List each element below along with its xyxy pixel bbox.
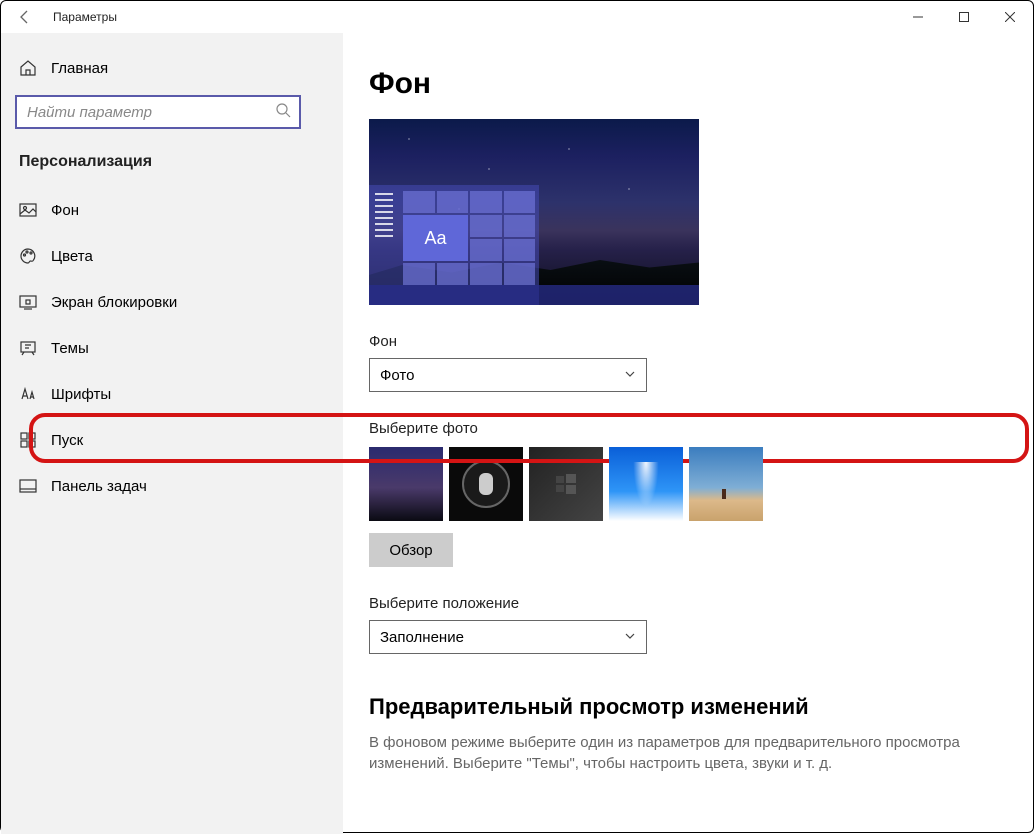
sidebar-item-fonts[interactable]: Шрифты — [1, 371, 343, 417]
sidebar-home[interactable]: Главная — [1, 49, 343, 87]
sidebar-item-label: Панель задач — [51, 478, 147, 495]
sidebar: Главная Персонализация Фон Цвета Эк — [1, 33, 343, 834]
choose-photo-label: Выберите фото — [369, 420, 1007, 437]
fit-select-value: Заполнение — [380, 629, 464, 646]
sidebar-item-taskbar[interactable]: Панель задач — [1, 463, 343, 509]
sidebar-section-label: Персонализация — [1, 147, 343, 181]
maximize-button[interactable] — [941, 1, 987, 33]
home-icon — [19, 59, 37, 77]
sidebar-item-label: Экран блокировки — [51, 294, 177, 311]
taskbar-icon — [19, 477, 37, 495]
search-input[interactable] — [27, 104, 275, 121]
photo-thumbnail[interactable] — [449, 447, 523, 521]
sidebar-item-themes[interactable]: Темы — [1, 325, 343, 371]
sidebar-item-background[interactable]: Фон — [1, 187, 343, 233]
fonts-icon — [19, 385, 37, 403]
sidebar-item-colors[interactable]: Цвета — [1, 233, 343, 279]
back-button[interactable] — [15, 7, 35, 27]
sidebar-item-label: Шрифты — [51, 386, 111, 403]
palette-icon — [19, 247, 37, 265]
sidebar-item-label: Цвета — [51, 248, 93, 265]
titlebar: Параметры — [1, 1, 1033, 33]
search-icon — [275, 102, 291, 123]
photo-thumbnail[interactable] — [529, 447, 603, 521]
fit-label: Выберите положение — [369, 595, 1007, 612]
themes-icon — [19, 339, 37, 357]
window-title: Параметры — [53, 10, 117, 24]
photo-thumbnail[interactable] — [369, 447, 443, 521]
sidebar-item-label: Темы — [51, 340, 89, 357]
photo-thumbnail[interactable] — [609, 447, 683, 521]
thumbnail-row — [369, 447, 1007, 521]
browse-button[interactable]: Обзор — [369, 533, 453, 567]
page-title: Фон — [369, 67, 1007, 101]
chevron-down-icon — [624, 367, 636, 384]
chevron-down-icon — [624, 629, 636, 646]
sidebar-item-label: Пуск — [51, 432, 83, 449]
preview-heading: Предварительный просмотр изменений — [369, 694, 1007, 720]
background-label: Фон — [369, 333, 1007, 350]
preview-aa-tile: Aa — [403, 215, 468, 261]
start-icon — [19, 431, 37, 449]
sidebar-home-label: Главная — [51, 60, 108, 77]
image-icon — [19, 201, 37, 219]
preview-description: В фоновом режиме выберите один из параме… — [369, 732, 989, 774]
window-controls — [895, 1, 1033, 33]
background-select-value: Фото — [380, 367, 414, 384]
sidebar-item-label: Фон — [51, 202, 79, 219]
close-button[interactable] — [987, 1, 1033, 33]
minimize-button[interactable] — [895, 1, 941, 33]
background-select[interactable]: Фото — [369, 358, 647, 392]
lockscreen-icon — [19, 293, 37, 311]
content: Фон Aa Фон Фото Выберите фото — [343, 33, 1033, 834]
background-preview: Aa — [369, 119, 699, 305]
search-box[interactable] — [15, 95, 301, 129]
fit-select[interactable]: Заполнение — [369, 620, 647, 654]
sidebar-item-start[interactable]: Пуск — [1, 417, 343, 463]
sidebar-item-lockscreen[interactable]: Экран блокировки — [1, 279, 343, 325]
photo-thumbnail[interactable] — [689, 447, 763, 521]
